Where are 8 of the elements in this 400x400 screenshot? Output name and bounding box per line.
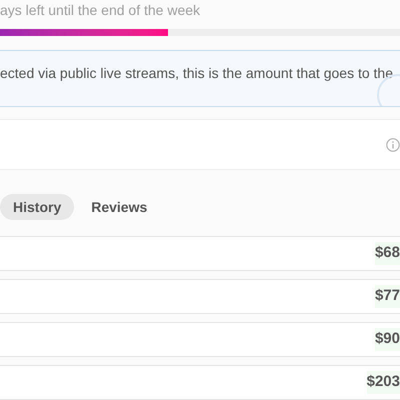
amount: $90 [374,328,400,351]
goal-caption: ays left until the end of the week [0,3,200,17]
info-icon[interactable] [386,138,400,152]
tab[interactable]: History [0,194,74,220]
amount: $68 [374,242,400,265]
tab[interactable]: Reviews [78,194,160,220]
amount: $203 [366,371,400,394]
amount: $77 [374,285,400,308]
